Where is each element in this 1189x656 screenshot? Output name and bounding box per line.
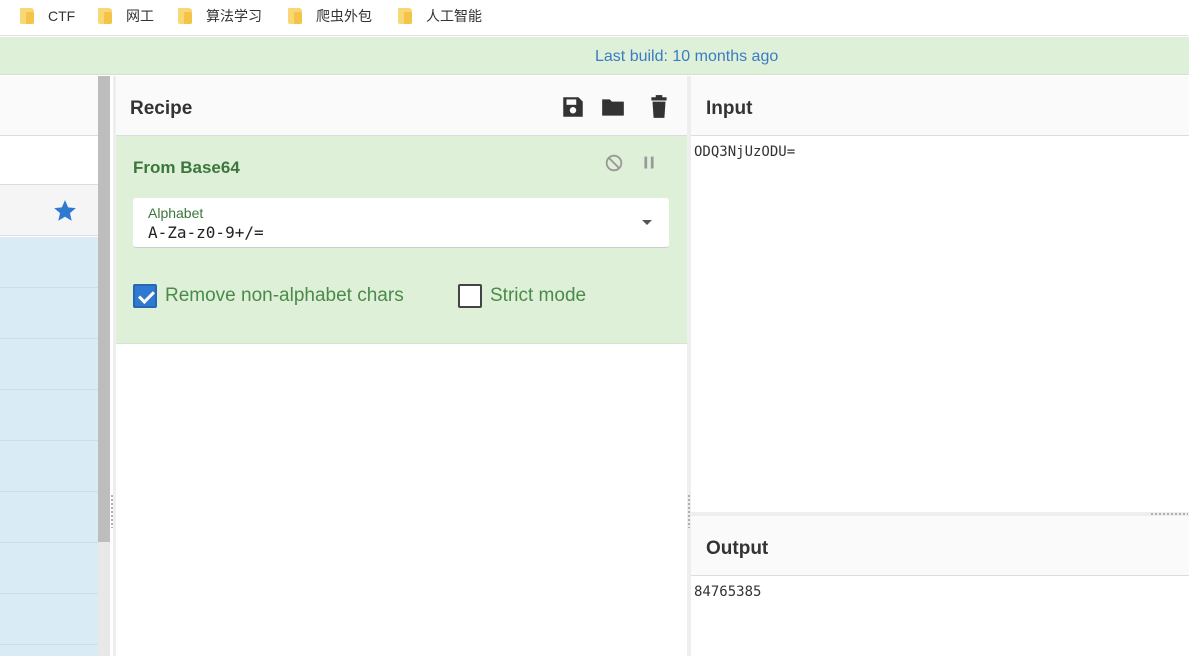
checkbox-label: Strict mode [490,285,587,306]
alphabet-label: Alphabet [148,205,204,221]
recipe-header: Recipe [116,76,687,136]
output-header: Output [691,516,1189,576]
folder-icon [288,8,302,24]
output-text[interactable]: 84765385 [694,584,761,600]
folder-icon [20,8,34,24]
operation-name: From Base64 [133,158,240,177]
operations-header [0,76,98,136]
bookmark-label: CTF [48,8,76,24]
folder-icon [98,8,112,24]
checkbox-checked[interactable] [133,284,157,308]
output-title: Output [706,538,769,559]
bookmark-crawler[interactable]: 爬虫外包 [288,6,372,26]
trash-icon[interactable] [646,94,672,120]
checkbox-label: Remove non-alphabet chars [165,285,404,306]
chevron-down-icon[interactable] [642,220,652,225]
disable-icon[interactable] [603,152,625,174]
list-item[interactable] [0,594,98,645]
input-textarea[interactable]: ODQ3NjUzODU= [694,144,795,160]
save-icon[interactable] [560,94,586,120]
recipe-panel: Recipe From Base64 Alphabet A-Za-z0-9+/= [113,76,687,656]
operations-list [0,237,98,656]
operations-panel [0,76,98,656]
checkbox-unchecked[interactable] [458,284,482,308]
favourites-category[interactable] [0,185,98,236]
remove-non-alphabet-checkbox[interactable]: Remove non-alphabet chars [133,284,404,308]
pause-icon[interactable] [638,152,660,174]
bookmark-algorithms[interactable]: 算法学习 [178,6,262,26]
folder-icon [178,8,192,24]
scrollbar-thumb[interactable] [98,76,110,542]
bookmark-ctf[interactable]: CTF [20,6,75,26]
build-banner: Last build: 10 months ago [0,37,1189,75]
bookmark-ai[interactable]: 人工智能 [398,6,482,26]
list-item[interactable] [0,288,98,339]
operations-search[interactable] [0,136,98,185]
list-item[interactable] [0,492,98,543]
list-item[interactable] [0,237,98,288]
star-icon[interactable] [52,198,78,224]
input-title: Input [706,98,753,119]
bookmark-label: 人工智能 [426,8,482,24]
alphabet-select[interactable]: Alphabet A-Za-z0-9+/= [133,198,669,248]
alphabet-value: A-Za-z0-9+/= [148,223,264,242]
strict-mode-checkbox[interactable]: Strict mode [458,284,586,308]
folder-icon[interactable] [600,94,626,120]
bookmark-label: 网工 [126,8,154,24]
input-panel: Input ODQ3NjUzODU= [691,76,1189,512]
build-status-text: Last build: 10 months ago [595,48,779,65]
list-item[interactable] [0,543,98,594]
bookmark-label: 算法学习 [206,8,262,24]
output-panel: Output 84765385 [691,516,1189,656]
list-item[interactable] [0,441,98,492]
bookmarks-bar: CTF 网工 算法学习 爬虫外包 人工智能 [0,0,1189,36]
list-item[interactable] [0,339,98,390]
list-item[interactable] [0,390,98,441]
folder-icon [398,8,412,24]
bookmark-network[interactable]: 网工 [98,6,154,26]
bookmark-label: 爬虫外包 [316,8,372,24]
input-header: Input [691,76,1189,136]
recipe-title: Recipe [130,98,193,119]
operation-from-base64: From Base64 Alphabet A-Za-z0-9+/= Remove… [116,136,687,344]
